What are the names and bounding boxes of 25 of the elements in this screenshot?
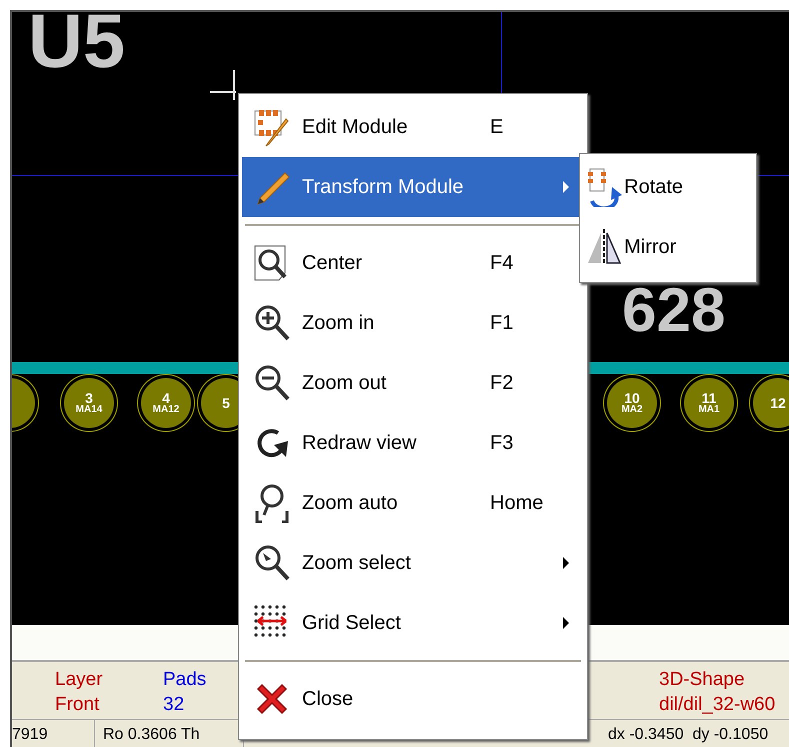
- menu-item[interactable]: Rotate: [583, 157, 753, 217]
- status-text: Ro 0.3606 Th: [103, 726, 200, 744]
- pad: 4 MA12: [141, 378, 191, 428]
- info-value: 32: [163, 692, 184, 717]
- menu-item[interactable]: Zoom select: [242, 533, 584, 593]
- value-label: 628: [622, 280, 726, 342]
- info-value: dil/dil_32-w60: [659, 692, 776, 717]
- crosshair-cursor-icon: [210, 70, 236, 100]
- pad: 11 MA1: [684, 378, 734, 428]
- menu-item[interactable]: Edit Module E: [242, 97, 584, 157]
- reference-label: U5: [28, 12, 126, 80]
- menu-item[interactable]: Zoom in F1: [242, 293, 584, 353]
- menu-item[interactable]: Close: [242, 669, 584, 729]
- pad: 12: [753, 378, 789, 428]
- status-text: 7919: [12, 726, 48, 744]
- info-label: Layer: [55, 668, 103, 692]
- info-label: 3D-Shape: [659, 668, 745, 692]
- info-value: Front: [55, 692, 100, 717]
- menu-item[interactable]: Mirror: [583, 217, 753, 277]
- pad: 3 MA14: [64, 378, 114, 428]
- status-text: dx -0.3450 dy -0.1050: [608, 726, 768, 744]
- menu-item[interactable]: Zoom auto Home: [242, 473, 584, 533]
- pad: 10 MA2: [607, 378, 657, 428]
- menu-item[interactable]: Grid Select: [242, 593, 584, 653]
- info-label: Pads: [163, 668, 206, 692]
